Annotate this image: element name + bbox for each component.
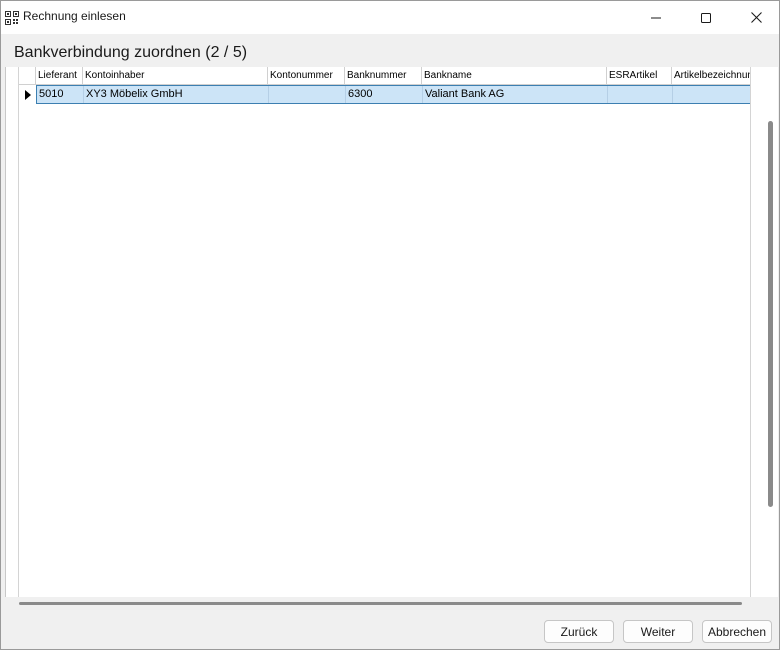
column-header-kontoinhaber[interactable]: Kontoinhaber: [83, 67, 268, 85]
cell-lieferant[interactable]: 5010: [37, 86, 84, 103]
cancel-button[interactable]: Abbrechen: [702, 620, 772, 643]
horizontal-scrollbar[interactable]: [19, 602, 742, 605]
back-button[interactable]: Zurück: [544, 620, 614, 643]
app-icon: [5, 10, 19, 25]
selected-row-cells[interactable]: 5010 XY3 Möbelix GmbH 6300 Valiant Bank …: [36, 85, 750, 104]
table-row[interactable]: 5010 XY3 Möbelix GmbH 6300 Valiant Bank …: [19, 85, 750, 104]
maximize-button[interactable]: [683, 1, 729, 34]
vertical-scrollbar[interactable]: [768, 121, 773, 507]
window-title: Rechnung einlesen: [23, 9, 126, 23]
cell-artikelbezeichnung[interactable]: [673, 86, 750, 103]
dialog-window: Rechnung einlesen Bankverbindung zuordne…: [0, 0, 780, 650]
close-button[interactable]: [733, 1, 779, 34]
column-header-banknummer[interactable]: Banknummer: [345, 67, 422, 85]
minimize-button[interactable]: [633, 1, 679, 34]
column-header-kontonummer[interactable]: Kontonummer: [268, 67, 345, 85]
column-header-bankname[interactable]: Bankname: [422, 67, 607, 85]
bank-grid[interactable]: Lieferant Kontoinhaber Kontonummer Bankn…: [18, 67, 751, 597]
row-header-corner: [19, 67, 36, 85]
cell-banknummer[interactable]: 6300: [346, 86, 423, 103]
grid-header: Lieferant Kontoinhaber Kontonummer Bankn…: [19, 67, 750, 85]
current-row-arrow-icon: [24, 89, 31, 100]
row-selector[interactable]: [19, 85, 36, 104]
close-icon: [750, 12, 762, 23]
next-button[interactable]: Weiter: [623, 620, 693, 643]
minimize-icon: [651, 17, 661, 18]
cell-esrartikel[interactable]: [608, 86, 673, 103]
title-bar[interactable]: Rechnung einlesen: [1, 1, 779, 34]
cell-kontoinhaber[interactable]: XY3 Möbelix GmbH: [84, 86, 269, 103]
column-header-lieferant[interactable]: Lieferant: [36, 67, 83, 85]
column-header-artikelbezeichnung[interactable]: Artikelbezeichnung: [672, 67, 750, 85]
cell-kontonummer[interactable]: [269, 86, 346, 103]
page-heading: Bankverbindung zuordnen (2 / 5): [14, 44, 248, 61]
maximize-icon: [701, 12, 711, 23]
column-header-esrartikel[interactable]: ESRArtikel: [607, 67, 672, 85]
cell-bankname[interactable]: Valiant Bank AG: [423, 86, 608, 103]
